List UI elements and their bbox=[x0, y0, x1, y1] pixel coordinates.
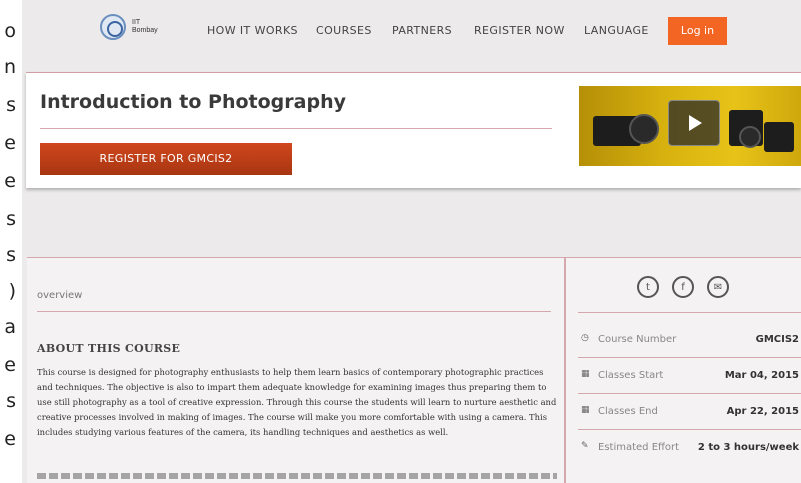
info-label: Classes End bbox=[598, 406, 658, 417]
info-value: 2 to 3 hours/week bbox=[697, 442, 799, 453]
register-course-button[interactable]: REGISTER FOR GMCIS2 bbox=[40, 143, 292, 175]
course-sidebar: t f ✉ ◷ Course Number GMCIS2 ▦ Classes S… bbox=[564, 257, 801, 483]
seal-icon bbox=[100, 14, 126, 40]
translated-text-line bbox=[37, 473, 557, 479]
divider bbox=[37, 311, 551, 312]
calendar-icon: ▦ bbox=[581, 369, 590, 379]
text-fragment: ) bbox=[8, 280, 16, 302]
info-label: Course Number bbox=[598, 334, 677, 345]
info-estimated-effort: ✎ Estimated Effort 2 to 3 hours/week bbox=[578, 430, 801, 466]
lens-shape bbox=[629, 114, 659, 144]
about-heading: ABOUT THIS COURSE bbox=[37, 342, 181, 355]
course-video-thumbnail[interactable] bbox=[579, 86, 801, 166]
info-value: Mar 04, 2015 bbox=[724, 370, 799, 381]
text-fragment: s bbox=[6, 244, 16, 266]
course-header: Introduction to Photography REGISTER FOR… bbox=[26, 72, 801, 188]
pencil-icon: ✎ bbox=[581, 441, 589, 451]
divider bbox=[578, 312, 801, 313]
logo-text-line1: IIT bbox=[132, 19, 141, 26]
info-classes-start: ▦ Classes Start Mar 04, 2015 bbox=[578, 358, 801, 394]
facebook-icon[interactable]: f bbox=[672, 276, 694, 298]
info-label: Classes Start bbox=[598, 370, 664, 381]
text-fragment: n bbox=[3, 56, 16, 78]
nav-courses[interactable]: COURSES bbox=[316, 24, 372, 37]
clipped-left-text: o n s e e s s ) a e s e bbox=[0, 0, 22, 483]
email-icon[interactable]: ✉ bbox=[707, 276, 729, 298]
iit-bombay-logo[interactable]: IIT Bombay bbox=[100, 10, 170, 44]
course-overview: overview ABOUT THIS COURSE This course i… bbox=[27, 257, 564, 483]
logo-text: IIT Bombay bbox=[132, 19, 158, 35]
calendar-icon: ▦ bbox=[581, 405, 590, 415]
nav-register-now[interactable]: REGISTER NOW bbox=[474, 24, 565, 37]
text-fragment: a bbox=[4, 316, 16, 338]
info-course-number: ◷ Course Number GMCIS2 bbox=[578, 322, 801, 358]
text-fragment: e bbox=[4, 170, 16, 192]
info-classes-end: ▦ Classes End Apr 22, 2015 bbox=[578, 394, 801, 430]
logo-text-line2: Bombay bbox=[132, 27, 158, 34]
clock-icon: ◷ bbox=[581, 333, 589, 343]
divider bbox=[40, 128, 552, 129]
text-fragment: e bbox=[4, 132, 16, 154]
text-fragment: s bbox=[6, 208, 16, 230]
nav-partners[interactable]: PARTNERS bbox=[392, 24, 452, 37]
text-fragment: o bbox=[4, 20, 16, 42]
nav-language[interactable]: LANGUAGE bbox=[584, 24, 649, 37]
info-label: Estimated Effort bbox=[598, 442, 680, 453]
info-value: GMCIS2 bbox=[755, 334, 799, 345]
top-nav: IIT Bombay HOW IT WORKS COURSES PARTNERS… bbox=[22, 0, 801, 62]
text-fragment: e bbox=[4, 354, 16, 376]
tab-overview[interactable]: overview bbox=[37, 290, 82, 301]
play-icon[interactable] bbox=[668, 100, 720, 146]
nav-how-it-works[interactable]: HOW IT WORKS bbox=[207, 24, 298, 37]
camera-shape bbox=[764, 122, 794, 152]
about-text: This course is designed for photography … bbox=[37, 367, 557, 437]
info-value: Apr 22, 2015 bbox=[726, 406, 799, 417]
text-fragment: e bbox=[4, 428, 16, 450]
text-fragment: s bbox=[6, 390, 16, 412]
course-page: IIT Bombay HOW IT WORKS COURSES PARTNERS… bbox=[22, 0, 801, 483]
login-button[interactable]: Log in bbox=[668, 17, 727, 45]
course-title: Introduction to Photography bbox=[40, 91, 346, 113]
text-fragment: s bbox=[6, 94, 16, 116]
lens-shape bbox=[739, 126, 761, 148]
twitter-icon[interactable]: t bbox=[637, 276, 659, 298]
